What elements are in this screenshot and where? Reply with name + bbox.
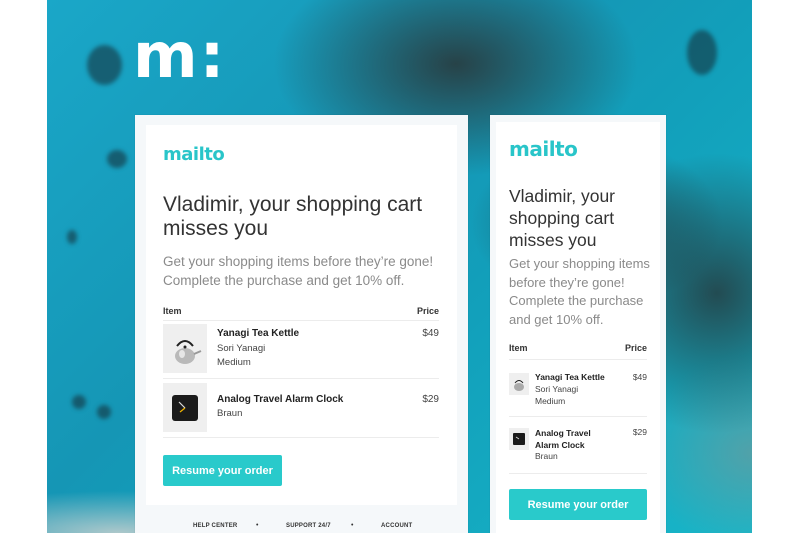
mobile-email-preview: mailto Vladimir, your shopping cart miss…: [490, 115, 666, 533]
reef-patch: [107, 150, 127, 168]
item-maker: Sori Yanagi: [217, 343, 266, 354]
kettle-icon: [175, 340, 202, 364]
resume-order-button[interactable]: Resume your order: [163, 455, 282, 486]
divider: [509, 416, 647, 417]
divider: [163, 378, 439, 379]
footer-link-support[interactable]: SUPPORT 24/7: [286, 523, 331, 529]
item-maker: Braun: [217, 408, 243, 419]
divider: [509, 473, 647, 474]
item-variant: Medium: [535, 396, 566, 406]
reef-patch: [97, 405, 111, 419]
product-thumbnail[interactable]: [509, 428, 529, 450]
footer-link-account[interactable]: ACCOUNT: [381, 523, 412, 529]
resume-order-button[interactable]: Resume your order: [509, 489, 647, 520]
item-name[interactable]: Analog Travel Alarm Clock: [535, 427, 605, 451]
item-price: $49: [632, 372, 647, 382]
brand-logo: mailto: [163, 144, 225, 165]
item-price: $29: [632, 427, 647, 437]
footer-separator: •: [351, 522, 354, 529]
reef-patch: [67, 230, 77, 244]
clock-icon: [513, 433, 525, 445]
product-thumbnail[interactable]: [163, 324, 207, 373]
table-header-item: Item: [509, 343, 528, 353]
divider: [163, 437, 439, 438]
item-variant: Medium: [217, 357, 251, 368]
table-header-item: Item: [163, 306, 182, 316]
footer-link-help-center[interactable]: HELP CENTER: [193, 523, 237, 529]
brand-logo: mailto: [509, 137, 578, 161]
table-header-price: Price: [416, 306, 439, 316]
footer-separator: •: [256, 522, 259, 529]
item-name[interactable]: Yanagi Tea Kettle: [535, 372, 615, 382]
email-subtext: Get your shopping items before they’re g…: [163, 254, 434, 288]
reef-patch: [87, 45, 122, 85]
item-name[interactable]: Yanagi Tea Kettle: [217, 328, 299, 339]
mobile-email-body: mailto Vladimir, your shopping cart miss…: [496, 122, 660, 533]
clock-icon: [172, 395, 198, 421]
product-thumbnail[interactable]: [509, 373, 529, 395]
item-price: $49: [422, 328, 439, 339]
reef-patch: [72, 395, 86, 409]
desktop-email-body: mailto Vladimir, your shopping cart miss…: [146, 125, 457, 505]
item-maker: Sori Yanagi: [535, 384, 579, 394]
item-name[interactable]: Analog Travel Alarm Clock: [217, 394, 343, 405]
email-heading: Vladimir, your shopping cart misses you: [163, 193, 423, 240]
email-heading: Vladimir, your shopping cart misses you: [509, 186, 616, 250]
item-price: $29: [422, 394, 439, 405]
table-header-price: Price: [624, 343, 647, 353]
divider: [509, 359, 647, 360]
kettle-icon: [514, 380, 524, 391]
desktop-email-preview: mailto Vladimir, your shopping cart miss…: [135, 115, 468, 533]
divider: [163, 320, 439, 321]
item-maker: Braun: [535, 451, 558, 461]
email-subtext: Get your shopping items before they’re g…: [509, 256, 650, 327]
brand-logo-mark: m:: [133, 19, 227, 92]
reef-patch: [687, 30, 717, 75]
product-thumbnail[interactable]: [163, 383, 207, 432]
